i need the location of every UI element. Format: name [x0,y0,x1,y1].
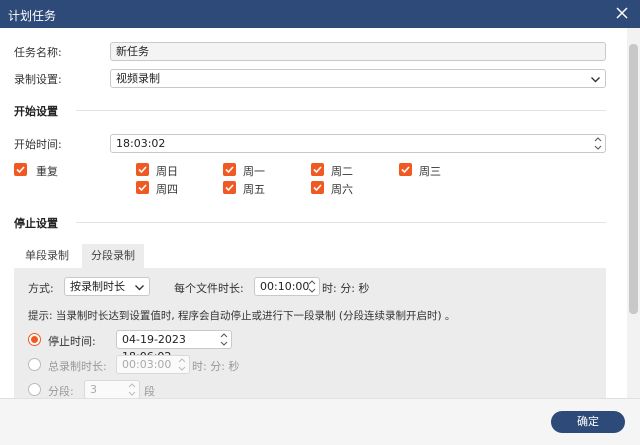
per-file-duration-value: 00:10:00 [260,280,310,293]
record-setting-select[interactable]: 视频录制 [110,69,606,88]
day-label-sat: 周六 [331,183,353,196]
title-bar: 计划任务 [0,0,640,28]
day-checkbox-sun[interactable] [136,163,149,176]
segment-count-label: 分段: [48,385,74,398]
day-label-thu: 周四 [156,183,178,196]
segment-count-unit: 段 [144,385,155,398]
start-time-value: 18:03:02 [116,137,166,150]
start-divider [76,110,606,111]
ok-button[interactable]: 确定 [551,411,625,433]
day-checkbox-wed[interactable] [399,163,412,176]
mode-value: 按录制时长 [70,280,125,293]
mode-label: 方式: [28,282,54,295]
task-name-label: 任务名称: [14,46,62,59]
window-title: 计划任务 [8,9,57,23]
total-duration-unit: 时: 分: 秒 [192,360,240,373]
stop-time-radio[interactable] [28,333,41,346]
tab-single-segment[interactable]: 单段录制 [14,244,80,268]
tab-multi-segment-label: 分段录制 [91,249,135,262]
repeat-checkbox[interactable] [14,163,27,176]
close-icon[interactable] [614,5,630,21]
spinner-icon[interactable] [178,357,186,372]
task-name-input[interactable]: 新任务 [110,42,606,61]
day-checkbox-fri[interactable] [223,181,236,194]
total-duration-label: 总录制时长: [48,360,107,373]
per-file-duration-input[interactable]: 00:10:00 [254,277,320,296]
dialog-footer: 确定 [0,398,640,445]
scrollbar-thumb[interactable] [629,44,638,314]
day-checkbox-mon[interactable] [223,163,236,176]
record-setting-value: 视频录制 [116,72,160,85]
total-duration-value: 00:03:00 [122,358,172,371]
vertical-scrollbar[interactable] [627,28,640,398]
total-duration-input[interactable]: 00:03:00 [116,355,190,374]
stop-divider [76,222,606,223]
day-checkbox-thu[interactable] [136,181,149,194]
day-label-fri: 周五 [243,183,265,196]
day-checkbox-tue[interactable] [311,163,324,176]
segment-panel: 方式: 按录制时长 每个文件时长: 00:10:00 时: 分: 秒 提示: 当… [14,268,606,398]
tab-single-segment-label: 单段录制 [25,249,69,262]
day-checkbox-sat[interactable] [311,181,324,194]
day-label-mon: 周一 [243,165,265,178]
start-section-title: 开始设置 [14,105,58,118]
per-file-duration-label: 每个文件时长: [174,282,244,295]
day-label-wed: 周三 [419,165,441,178]
day-label-sun: 周日 [156,165,178,178]
spinner-icon[interactable] [594,136,602,151]
spinner-icon[interactable] [308,279,316,294]
spinner-icon[interactable] [128,382,136,397]
start-time-label: 开始时间: [14,138,62,151]
segment-count-value: 3 [90,383,97,396]
mode-select[interactable]: 按录制时长 [64,277,150,296]
hms-unit-label: 时: 分: 秒 [322,282,370,295]
repeat-label: 重复 [36,165,58,178]
stop-time-input[interactable]: 04-19-2023 18:06:02 [116,330,232,363]
record-setting-label: 录制设置: [14,73,62,86]
dialog-content: 任务名称: 新任务 录制设置: 视频录制 开始设置 开始时间: 18:03:02… [0,28,626,398]
segment-count-radio[interactable] [28,383,41,396]
stop-section-title: 停止设置 [14,217,58,230]
stop-time-label: 停止时间: [48,335,96,348]
hint-text: 提示: 当录制时长达到设置值时, 程序会自动停止或进行下一段录制 (分段连续录制… [28,310,456,322]
task-name-value: 新任务 [116,45,149,58]
tab-multi-segment[interactable]: 分段录制 [82,244,144,268]
spinner-icon[interactable] [220,332,228,347]
segment-count-input[interactable]: 3 [84,380,140,398]
day-label-tue: 周二 [331,165,353,178]
chevron-down-icon [134,281,145,292]
chevron-down-icon [590,73,601,84]
total-duration-radio[interactable] [28,358,41,371]
start-time-input[interactable]: 18:03:02 [110,134,606,153]
